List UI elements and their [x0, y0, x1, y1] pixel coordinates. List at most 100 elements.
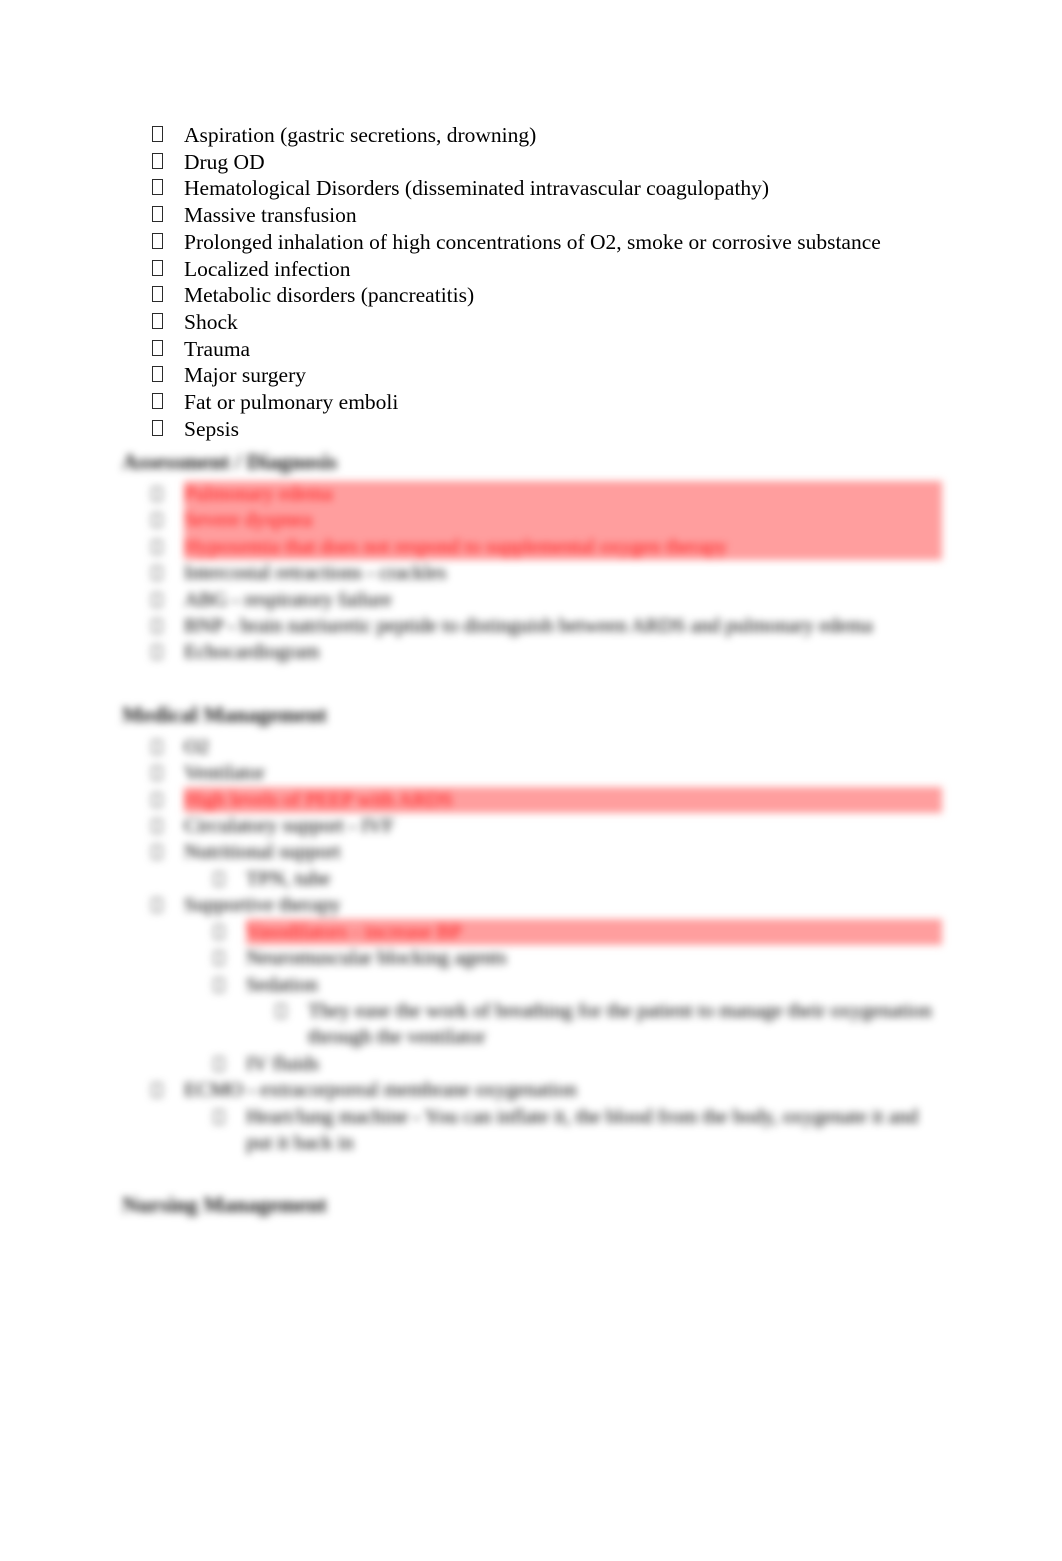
list-item: Ventilator [152, 760, 942, 786]
tofu-bullet-icon [152, 587, 184, 613]
tofu-bullet-icon [214, 972, 246, 998]
tofu-bullet-icon [152, 481, 184, 507]
section-heading-assessment: Assessment / Diagnosis [122, 449, 338, 474]
list-item: Major surgery [152, 362, 952, 388]
list-item-label: Circulatory support - IVF [184, 815, 395, 838]
causes-list: Aspiration (gastric secretions, drowning… [152, 122, 952, 442]
list-item-label: ECMO - extracorporeal membrane oxygenati… [184, 1079, 577, 1102]
list-item-label: They ease the work of breathing for the … [308, 999, 932, 1049]
tofu-bullet-icon [152, 813, 184, 839]
list-item-label: IV fluids [246, 1052, 320, 1075]
list-item-label: Localized infection [184, 256, 351, 281]
list-item-label: High levels of PEEP with ARDS [184, 786, 942, 814]
tofu-bullet-icon [152, 122, 184, 148]
list-item: Circulatory support - IVF [152, 813, 942, 839]
list-item-label: Metabolic disorders (pancreatitis) [184, 283, 475, 308]
list-item-label: Nutritional support [184, 841, 341, 864]
list-item: Drug OD [152, 149, 952, 175]
section-heading-nursing-management: Nursing Management [122, 1192, 327, 1218]
list-item-label: Shock [184, 309, 238, 334]
tofu-bullet-icon [152, 760, 184, 786]
list-item: TPN, tube [214, 866, 942, 892]
list-item: Supportive therapy [152, 892, 942, 918]
list-item: Vasodilators - increase BP [214, 918, 942, 946]
list-item: Shock [152, 309, 952, 335]
tofu-bullet-icon [214, 919, 246, 945]
tofu-bullet-icon [152, 336, 184, 362]
tofu-bullet-icon [276, 998, 308, 1024]
list-item-label: Echocardiogram [184, 641, 320, 664]
tofu-bullet-icon [214, 945, 246, 971]
section-heading-medical-management: Medical Management [122, 701, 327, 727]
tofu-bullet-icon [214, 866, 246, 892]
list-item: Heart/lung machine - You can inflate it,… [214, 1104, 942, 1157]
document-page: Aspiration (gastric secretions, drowning… [0, 0, 1062, 1561]
list-item-label: Drug OD [184, 149, 265, 174]
list-item: BNP - brain natriuretic peptide to disti… [152, 613, 942, 639]
list-item-label: Vasodilators - increase BP [246, 918, 942, 946]
list-item-label: Hypoxemia that does not respond to suppl… [184, 533, 942, 561]
list-item: ECMO - extracorporeal membrane oxygenati… [152, 1077, 942, 1103]
list-item: Trauma [152, 336, 952, 362]
tofu-bullet-icon [152, 282, 184, 308]
blurred-content-region: Assessment / Diagnosis Pulmonary edema S… [0, 447, 1062, 1224]
list-item-label: Prolonged inhalation of high concentrati… [184, 229, 881, 254]
list-item-label: O2 [184, 735, 210, 758]
list-item-label: Severe dyspnea [184, 507, 942, 534]
list-item-label: Supportive therapy [184, 894, 341, 917]
list-item-label: ABG - respiratory failure [184, 588, 392, 611]
list-item-label: Fat or pulmonary emboli [184, 390, 399, 415]
list-item: They ease the work of breathing for the … [276, 998, 942, 1051]
list-item-label: Neuromuscular blocking agents [246, 947, 507, 970]
list-item: Massive transfusion [152, 202, 952, 228]
list-item: Metabolic disorders (pancreatitis) [152, 282, 952, 308]
tofu-bullet-icon [152, 839, 184, 865]
tofu-bullet-icon [152, 416, 184, 442]
list-item-label: Pulmonary edema [184, 481, 942, 508]
tofu-bullet-icon [152, 202, 184, 228]
tofu-bullet-icon [152, 787, 184, 813]
tofu-bullet-icon [152, 256, 184, 282]
list-item: Nutritional support [152, 839, 942, 865]
tofu-bullet-icon [152, 389, 184, 415]
list-item: Neuromuscular blocking agents [214, 945, 942, 971]
tofu-bullet-icon [152, 309, 184, 335]
list-item: Severe dyspnea [152, 507, 942, 534]
list-item-label: Sedation [246, 973, 318, 996]
tofu-bullet-icon [152, 613, 184, 639]
list-item: ABG - respiratory failure [152, 587, 942, 613]
tofu-bullet-icon [152, 1077, 184, 1103]
list-item: Prolonged inhalation of high concentrati… [152, 229, 952, 255]
tofu-bullet-icon [152, 149, 184, 175]
list-item-label: Trauma [184, 336, 251, 361]
list-item-label: Intercostal retractions - crackles [184, 562, 447, 585]
list-item-label: Aspiration (gastric secretions, drowning… [184, 123, 537, 147]
list-item: High levels of PEEP with ARDS [152, 786, 942, 814]
list-item: Intercostal retractions - crackles [152, 560, 942, 586]
tofu-bullet-icon [214, 1104, 246, 1130]
tofu-bullet-icon [152, 892, 184, 918]
list-item: Echocardiogram [152, 639, 942, 665]
list-item: IV fluids [214, 1051, 942, 1077]
tofu-bullet-icon [152, 534, 184, 560]
list-item-label: Hematological Disorders (disseminated in… [184, 176, 770, 201]
assessment-list: Pulmonary edema Severe dyspnea Hypoxemia… [152, 481, 942, 666]
list-item: Hypoxemia that does not respond to suppl… [152, 533, 942, 561]
tofu-bullet-icon [152, 229, 184, 255]
list-item: Fat or pulmonary emboli [152, 389, 952, 415]
tofu-bullet-icon [152, 507, 184, 533]
list-item: Hematological Disorders (disseminated in… [152, 175, 952, 201]
list-item-label: TPN, tube [246, 867, 331, 890]
tofu-bullet-icon [152, 639, 184, 665]
list-item-label: BNP - brain natriuretic peptide to disti… [184, 615, 873, 638]
list-item: Localized infection [152, 256, 952, 282]
list-item-label: Massive transfusion [184, 203, 357, 228]
tofu-bullet-icon [152, 362, 184, 388]
list-item-label: Heart/lung machine - You can inflate it,… [246, 1105, 919, 1154]
list-item-label: Ventilator [184, 762, 265, 785]
medical-management-list: O2 Ventilator High levels of PEEP with A… [152, 734, 942, 1157]
list-item-label: Sepsis [184, 416, 239, 441]
list-item: Sepsis [152, 416, 952, 442]
